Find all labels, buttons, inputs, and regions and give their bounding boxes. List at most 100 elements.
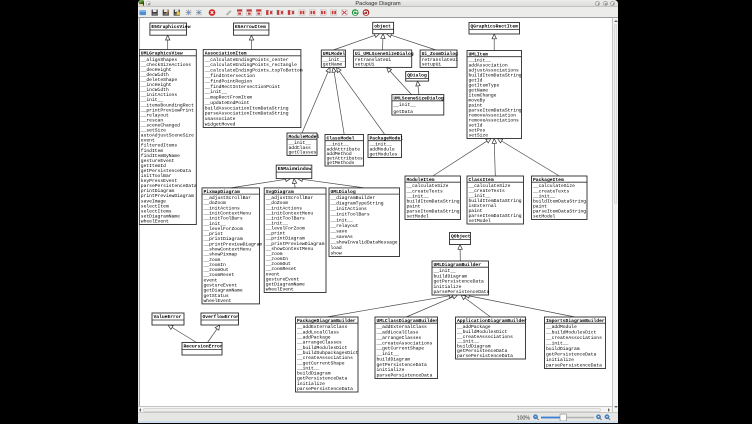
svg-text:UMLSceneSizeDialog: UMLSceneSizeDialog	[393, 96, 444, 102]
svg-text:ValueError: ValueError	[153, 314, 181, 320]
svg-text:PixmapDiagram: PixmapDiagram	[203, 189, 240, 195]
svg-text:__showInvalidDataMessage: __showInvalidDataMessage	[329, 239, 397, 245]
svg-text:getDiagramName: getDiagramName	[203, 288, 242, 294]
svg-text:__init__: __init__	[296, 365, 320, 371]
svg-text:__initToolBars: __initToolBars	[329, 212, 369, 218]
svg-text:load: load	[330, 245, 341, 251]
svg-text:__calculateEndingPoints_topToB: __calculateEndingPoints_topToBottom	[203, 68, 302, 74]
svg-text:SvgDiagram: SvgDiagram	[265, 189, 293, 195]
svg-text:initialize: initialize	[546, 357, 574, 363]
svg-text:__calculateEndingPoints_rectan: __calculateEndingPoints_rectangle	[203, 62, 296, 68]
svg-text:__init__: __init__	[432, 268, 456, 274]
svg-text:parsePersistenceData: parsePersistenceData	[433, 289, 489, 295]
svg-text:parsePersistenceData: parsePersistenceData	[376, 373, 432, 379]
svg-text:__zoomIn: __zoomIn	[202, 262, 226, 268]
svg-text:__showPixmap: __showPixmap	[202, 252, 237, 258]
svg-text:wheelEvent: wheelEvent	[265, 287, 293, 293]
svg-text:__addExternalClass: __addExternalClass	[296, 324, 348, 330]
svg-text:__getCurrentShape: __getCurrentShape	[375, 346, 424, 352]
svg-text:__buildModulesDict: __buildModulesDict	[296, 345, 348, 351]
svg-text:__addLocalClass: __addLocalClass	[375, 330, 418, 336]
svg-text:__arrangeClasses: __arrangeClasses	[296, 340, 342, 346]
svg-text:parseAssociationItemDataString: parseAssociationItemDataString	[204, 111, 288, 117]
svg-text:QGraphicsRectItem: QGraphicsRectItem	[470, 24, 518, 30]
svg-text:__findPointRegion: __findPointRegion	[203, 78, 252, 84]
svg-text:Ui_UMLSceneSizeDialog: Ui_UMLSceneSizeDialog	[354, 51, 413, 57]
svg-text:parsePersistenceData: parsePersistenceData	[297, 386, 353, 392]
svg-text:event: event	[203, 277, 217, 283]
svg-text:ModuleItem: ModuleItem	[406, 177, 434, 183]
svg-text:object: object	[374, 23, 391, 29]
svg-text:getPersistenceData: getPersistenceData	[297, 376, 348, 382]
svg-text:__init__: __init__	[203, 89, 227, 95]
svg-text:parsePersistenceData: parsePersistenceData	[457, 353, 513, 359]
svg-text:__init__: __init__	[392, 102, 416, 108]
svg-text:__saveAs: __saveAs	[329, 234, 353, 240]
svg-text:initialize: initialize	[433, 284, 461, 290]
svg-text:__arrangeClasses: __arrangeClasses	[375, 335, 421, 341]
svg-text:setModel: setModel	[533, 214, 556, 220]
svg-text:__addExternalClass: __addExternalClass	[375, 324, 427, 330]
svg-text:UMLClassDiagramBuilder: UMLClassDiagramBuilder	[376, 318, 438, 324]
svg-text:RecursionError: RecursionError	[183, 344, 222, 350]
svg-text:E5GraphicsView: E5GraphicsView	[151, 24, 190, 30]
svg-text:__printPreviewDiagram: __printPreviewDiagram	[202, 241, 262, 247]
svg-text:getStatus: getStatus	[203, 293, 228, 299]
svg-text:getPersistenceData: getPersistenceData	[546, 352, 597, 358]
svg-text:__save: __save	[329, 229, 347, 234]
svg-text:UMLDiagramBuilder: UMLDiagramBuilder	[433, 262, 481, 268]
svg-text:__createAssociations: __createAssociations	[545, 335, 602, 341]
svg-text:getPersistenceData: getPersistenceData	[376, 362, 427, 368]
svg-text:setModel: setModel	[406, 214, 429, 220]
svg-text:buildAssociationItemDataString: buildAssociationItemDataString	[204, 105, 288, 111]
svg-text:OverflowError: OverflowError	[202, 314, 239, 320]
svg-text:getData: getData	[393, 109, 413, 115]
svg-text:__doZoom: __doZoom	[202, 200, 226, 206]
svg-text:ApplicationDiagramBuilder: ApplicationDiagramBuilder	[457, 318, 527, 324]
svg-text:__init__: __init__	[202, 221, 226, 227]
svg-text:unassociate: unassociate	[204, 116, 235, 122]
svg-text:__relayout: __relayout	[329, 223, 358, 229]
svg-text:__updateEndPoint: __updateEndPoint	[203, 100, 249, 106]
svg-text:QDialog: QDialog	[407, 73, 427, 79]
svg-text:E5ArrowItem: E5ArrowItem	[235, 24, 266, 30]
svg-text:buildDiagram: buildDiagram	[297, 371, 331, 377]
svg-text:ModuleModel: ModuleModel	[288, 134, 319, 140]
svg-text:getMethods: getMethods	[326, 160, 354, 166]
svg-text:__addPackage: __addPackage	[296, 335, 331, 341]
svg-text:wheelEvent: wheelEvent	[203, 298, 231, 304]
svg-text:UMLModel: UMLModel	[322, 51, 345, 57]
svg-text:getName: getName	[322, 61, 342, 67]
svg-text:UMLItem: UMLItem	[468, 52, 488, 58]
svg-text:__calculateEndingPoints_center: __calculateEndingPoints_center	[203, 57, 288, 63]
svg-text:widgetMoved: widgetMoved	[204, 122, 235, 128]
svg-text:__addLocalClass: __addLocalClass	[296, 329, 339, 335]
svg-text:PackageItem: PackageItem	[533, 177, 564, 183]
svg-text:QObject: QObject	[451, 234, 471, 240]
svg-text:__print: __print	[202, 231, 223, 237]
svg-text:__diagramTypeString: __diagramTypeString	[329, 201, 383, 207]
svg-text:__initActions: __initActions	[202, 205, 240, 211]
svg-text:__init__: __init__	[545, 341, 569, 347]
svg-text:setupUi: setupUi	[354, 61, 374, 67]
svg-text:AssociationItem: AssociationItem	[204, 51, 246, 57]
svg-text:buildDiagram: buildDiagram	[546, 346, 580, 352]
svg-text:__findIntersection: __findIntersection	[203, 73, 255, 79]
svg-text:__adjustScrollBar: __adjustScrollBar	[202, 195, 251, 201]
svg-text:__diagramBuilder: __diagramBuilder	[329, 195, 375, 201]
svg-text:parsePersistenceData: parsePersistenceData	[546, 363, 602, 369]
svg-text:__levelForZoom: __levelForZoom	[202, 226, 242, 232]
svg-text:PackageDiagramBuilder: PackageDiagramBuilder	[297, 318, 356, 324]
svg-text:PackageModel: PackageModel	[369, 136, 403, 142]
svg-text:__init__: __init__	[329, 217, 353, 223]
svg-text:ClassModel: ClassModel	[326, 136, 354, 142]
svg-text:gestureEvent: gestureEvent	[203, 282, 237, 288]
svg-text:UMLDialog: UMLDialog	[330, 189, 355, 195]
svg-text:__createAssociations: __createAssociations	[296, 355, 353, 361]
svg-text:getPersistenceData: getPersistenceData	[433, 279, 484, 285]
svg-text:wheelEvent: wheelEvent	[140, 219, 168, 225]
svg-text:__findRectIntersectionPoint: __findRectIntersectionPoint	[203, 84, 280, 90]
svg-text:__mapRectFromItem: __mapRectFromItem	[203, 95, 252, 101]
svg-text:getClasses: getClasses	[288, 149, 316, 155]
svg-text:__createAssociations: __createAssociations	[375, 340, 432, 346]
